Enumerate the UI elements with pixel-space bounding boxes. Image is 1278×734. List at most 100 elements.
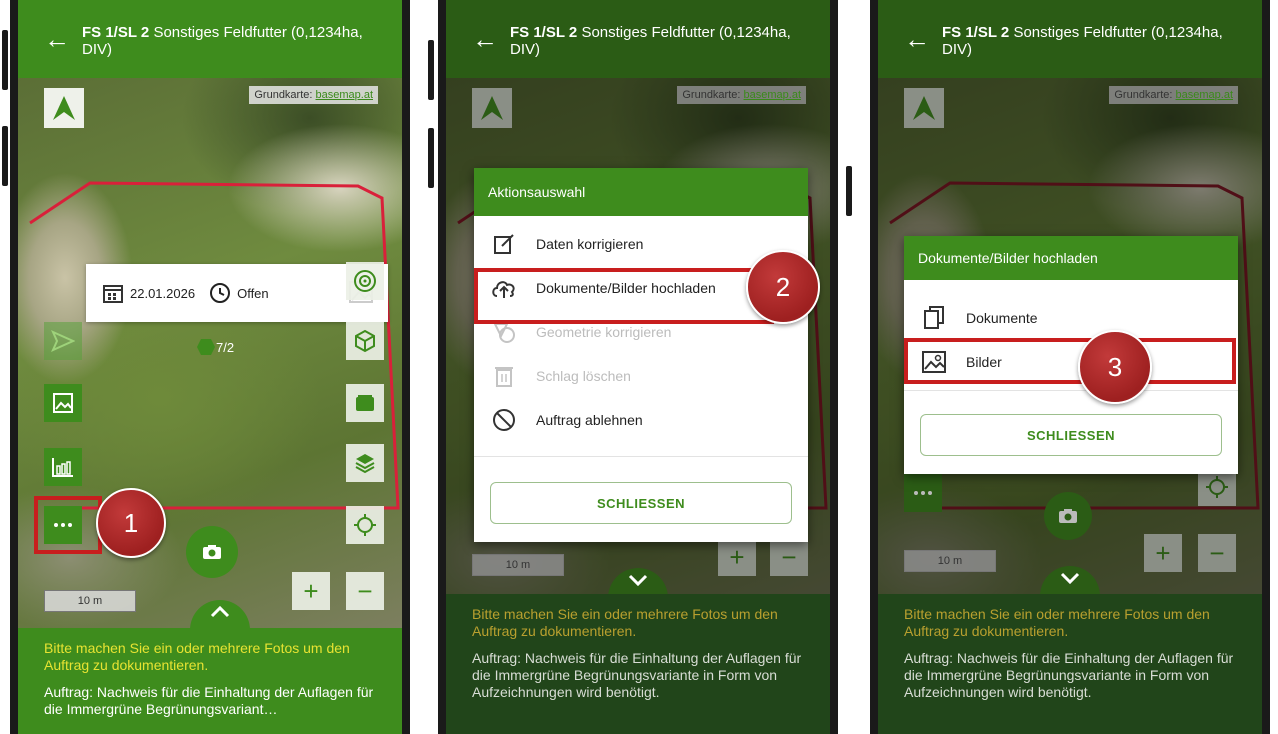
step-badge-2: 2 — [746, 250, 820, 324]
more-button — [904, 474, 942, 512]
chevron-down-icon — [628, 574, 648, 586]
action-dialog: Aktionsauswahl Daten korrigieren Dokumen… — [474, 168, 808, 542]
compass-icon[interactable] — [44, 88, 84, 128]
folder-button[interactable] — [346, 384, 384, 422]
zoom-in-button: + — [1144, 534, 1182, 572]
scale-bar: 10 m — [44, 590, 136, 612]
compass-icon — [904, 88, 944, 128]
menu-item-label: Geometrie korrigieren — [536, 324, 672, 340]
zoom-out-button: − — [1198, 534, 1236, 572]
close-button[interactable]: SCHLIESSEN — [490, 482, 792, 524]
app-bar: ← FS 1/SL 2 Sonstiges Feldfutter (0,1234… — [870, 0, 1270, 78]
gallery-button[interactable] — [44, 384, 82, 422]
app-bar: ← FS 1/SL 2 Sonstiges Feldfutter (0,1234… — [10, 0, 410, 78]
back-arrow-icon[interactable]: ← — [44, 26, 70, 52]
dialog-title: Dokumente/Bilder hochladen — [904, 236, 1238, 280]
close-button[interactable]: SCHLIESSEN — [920, 414, 1222, 456]
phone-side-button — [846, 166, 852, 216]
menu-item-label: Auftrag ablehnen — [536, 412, 643, 428]
basemap-link: basemap.at — [1175, 89, 1233, 101]
phone-side-button — [428, 128, 434, 188]
field-code: FS 1/SL 2 — [82, 24, 150, 41]
zoom-in-button: + — [718, 538, 756, 576]
basemap-link[interactable]: basemap.at — [316, 89, 373, 101]
back-arrow-icon[interactable]: ← — [472, 26, 498, 52]
highlight-bilder-item — [904, 338, 1236, 384]
info-card[interactable]: 22.01.2026 Offen — [86, 264, 388, 322]
field-code: FS 1/SL 2 — [942, 24, 1010, 41]
chevron-down-icon — [1060, 572, 1080, 584]
camera-button[interactable] — [186, 526, 238, 578]
screen-1: ← FS 1/SL 2 Sonstiges Feldfutter (0,1234… — [10, 0, 410, 734]
field-code: FS 1/SL 2 — [510, 24, 578, 41]
page-title: FS 1/SL 2 Sonstiges Feldfutter (0,1234ha… — [82, 24, 390, 58]
page-title: FS 1/SL 2 Sonstiges Feldfutter (0,1234ha… — [510, 24, 818, 58]
menu-item-schlag-loeschen: Schlag löschen — [474, 354, 808, 398]
date-text: 22.01.2026 — [130, 285, 196, 301]
zoom-in-button[interactable]: + — [292, 572, 330, 610]
step-badge-3: 3 — [1078, 330, 1152, 404]
warning-text: Bitte machen Sie ein oder mehrere Fotos … — [904, 606, 1210, 639]
menu-item-label: Dokumente — [966, 310, 1038, 326]
action-list: Daten korrigieren Dokumente/Bilder hochl… — [474, 216, 808, 442]
bottom-panel: Bitte machen Sie ein oder mehrere Fotos … — [870, 594, 1270, 734]
back-arrow-icon[interactable]: ← — [904, 26, 930, 52]
zoom-out-button[interactable]: − — [346, 572, 384, 610]
phone-side-button — [2, 30, 8, 90]
basemap-attribution: Grundkarte: basemap.at — [249, 86, 378, 104]
basemap-attribution: Grundkarte: basemap.at — [677, 86, 806, 104]
count-text: 7/2 — [216, 339, 235, 355]
zoom-out-button: − — [770, 538, 808, 576]
calendar-icon — [102, 282, 124, 304]
divider — [474, 456, 808, 457]
bottom-panel: Bitte machen Sie ein oder mehrere Fotos … — [10, 628, 410, 734]
highlight-more-button — [34, 496, 102, 554]
send-button[interactable] — [44, 322, 82, 360]
menu-item-auftrag-ablehnen[interactable]: Auftrag ablehnen — [474, 398, 808, 442]
chevron-up-icon — [210, 606, 230, 618]
dialog-title: Aktionsauswahl — [474, 168, 808, 216]
scale-bar: 10 m — [472, 554, 564, 576]
page-title: FS 1/SL 2 Sonstiges Feldfutter (0,1234ha… — [942, 24, 1250, 58]
highlight-upload-item — [474, 268, 774, 324]
compass-icon — [472, 88, 512, 128]
hexagon-icon — [196, 338, 216, 356]
layers-button[interactable] — [346, 444, 384, 482]
task-text: Auftrag: Nachweis für die Einhaltung der… — [44, 684, 374, 717]
screen-3: ← FS 1/SL 2 Sonstiges Feldfutter (0,1234… — [870, 0, 1270, 734]
edit-icon — [490, 230, 518, 258]
step-badge-1: 1 — [96, 488, 166, 558]
hexagon-counter: 7/2 — [196, 338, 234, 356]
location-target-button[interactable] — [346, 262, 384, 300]
camera-icon — [203, 545, 221, 559]
clock-icon — [209, 282, 231, 304]
basemap-attribution: Grundkarte: basemap.at — [1109, 86, 1238, 104]
gps-button[interactable] — [346, 506, 384, 544]
warning-text: Bitte machen Sie ein oder mehrere Fotos … — [472, 606, 778, 639]
bottom-panel: Bitte machen Sie ein oder mehrere Fotos … — [438, 594, 838, 734]
app-bar: ← FS 1/SL 2 Sonstiges Feldfutter (0,1234… — [438, 0, 838, 78]
camera-icon — [1059, 509, 1077, 523]
documents-icon — [920, 304, 948, 332]
cube-button[interactable] — [346, 322, 384, 360]
scale-bar: 10 m — [904, 550, 996, 572]
basemap-label: Grundkarte: — [682, 89, 741, 101]
screen-2: ← FS 1/SL 2 Sonstiges Feldfutter (0,1234… — [438, 0, 838, 734]
basemap-link: basemap.at — [743, 89, 801, 101]
warning-text: Bitte machen Sie ein oder mehrere Fotos … — [44, 640, 350, 673]
trash-icon — [490, 362, 518, 390]
menu-item-label: Schlag löschen — [536, 368, 631, 384]
menu-item-label: Daten korrigieren — [536, 236, 644, 252]
basemap-label: Grundkarte: — [1114, 89, 1173, 101]
menu-item-dokumente[interactable]: Dokumente — [904, 296, 1238, 340]
status-text: Offen — [237, 285, 269, 301]
block-icon — [490, 406, 518, 434]
divider — [904, 390, 1238, 391]
phone-side-button — [2, 126, 8, 186]
basemap-label: Grundkarte: — [254, 89, 313, 101]
phone-side-button — [428, 40, 434, 100]
camera-button — [1044, 492, 1092, 540]
chart-button[interactable] — [44, 448, 82, 486]
task-text: Auftrag: Nachweis für die Einhaltung der… — [904, 650, 1234, 700]
task-text: Auftrag: Nachweis für die Einhaltung der… — [472, 650, 802, 700]
